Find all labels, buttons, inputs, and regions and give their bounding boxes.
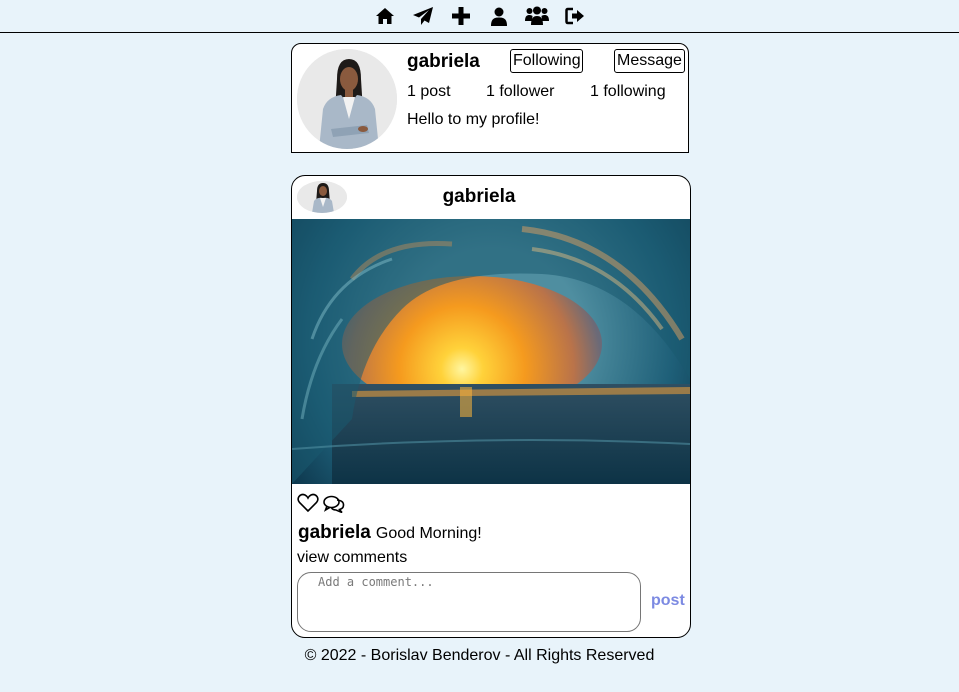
post-comment-button[interactable]: post [651, 592, 685, 610]
user-icon [490, 7, 507, 26]
post-card: gabriela gabriela Good Morning! view com… [291, 175, 691, 638]
send-icon [412, 7, 433, 25]
plus-icon [451, 7, 470, 25]
nav-create[interactable] [442, 3, 480, 29]
heart-icon[interactable] [297, 493, 319, 513]
nav-people[interactable] [518, 3, 556, 29]
following-button[interactable]: Following [510, 49, 583, 73]
view-comments-link[interactable]: view comments [297, 549, 407, 567]
followers-count[interactable]: 1 follower [486, 83, 554, 101]
posts-count: 1 post [407, 83, 451, 100]
sign-out-icon [564, 7, 584, 25]
comments-icon[interactable] [323, 495, 345, 513]
profile-bio: Hello to my profile! [407, 111, 540, 128]
profile-username: gabriela [407, 51, 480, 72]
users-icon [524, 6, 549, 25]
caption-text: Good Morning! [375, 525, 482, 542]
top-navigation [0, 0, 959, 33]
nav-messages[interactable] [404, 3, 442, 29]
message-button[interactable]: Message [614, 49, 685, 73]
comment-input[interactable] [297, 572, 641, 632]
profile-avatar [297, 49, 397, 149]
profile-card: gabriela Following Message 1 post 1 foll… [291, 43, 689, 153]
post-image [292, 219, 690, 484]
post-caption: gabriela Good Morning! [298, 522, 482, 544]
footer-copyright: © 2022 - Borislav Benderov - All Rights … [304, 647, 655, 664]
nav-home[interactable] [366, 3, 404, 29]
nav-logout[interactable] [556, 3, 594, 29]
home-icon [375, 8, 394, 24]
nav-profile[interactable] [480, 3, 518, 29]
post-author-name[interactable]: gabriela [292, 186, 666, 208]
caption-username[interactable]: gabriela [298, 522, 371, 543]
following-count[interactable]: 1 following [590, 83, 666, 101]
